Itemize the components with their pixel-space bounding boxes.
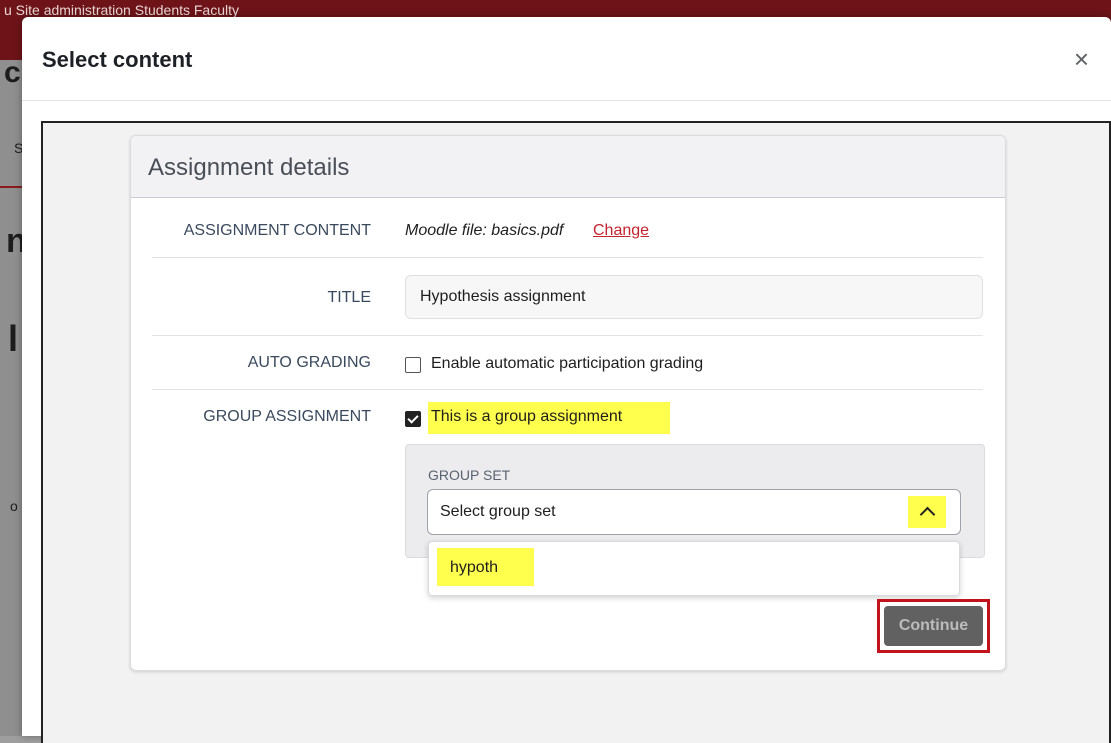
close-icon[interactable]: × xyxy=(1074,46,1089,72)
modal-header: Select content × xyxy=(22,17,1111,101)
continue-button[interactable]: Continue xyxy=(884,606,983,646)
group-set-option[interactable]: hypoth xyxy=(437,548,534,586)
group-set-option-label: hypoth xyxy=(450,559,499,576)
change-link[interactable]: Change xyxy=(593,222,649,240)
auto-grading-label: AUTO GRADING xyxy=(247,354,371,371)
divider xyxy=(152,335,983,336)
card-title: Assignment details xyxy=(148,154,350,181)
background-text-fragment: l xyxy=(8,318,19,359)
background-tab-underline xyxy=(0,186,22,188)
group-set-select[interactable]: Select group set xyxy=(427,489,961,535)
background-nav-text: u Site administration Students Faculty xyxy=(4,2,240,18)
divider xyxy=(152,257,983,258)
title-label: TITLE xyxy=(327,289,371,306)
auto-grading-checkbox[interactable] xyxy=(405,357,421,373)
select-content-modal: Select content × Assignment details ASSI… xyxy=(22,17,1111,743)
group-assignment-label: GROUP ASSIGNMENT xyxy=(203,408,371,425)
background-text-fragment: o xyxy=(10,498,18,514)
group-assignment-checkbox-label[interactable]: This is a group assignment xyxy=(431,408,622,426)
group-assignment-highlight: This is a group assignment xyxy=(428,402,670,434)
auto-grading-checkbox-label[interactable]: Enable automatic participation grading xyxy=(431,355,703,373)
title-input[interactable] xyxy=(405,275,983,319)
assignment-details-card: Assignment details ASSIGNMENT CONTENT Mo… xyxy=(130,135,1006,671)
divider xyxy=(152,389,983,390)
group-assignment-checkbox[interactable] xyxy=(405,411,421,427)
assignment-content-value: Moodle file: basics.pdf xyxy=(405,222,564,239)
group-set-dropdown: hypoth xyxy=(428,541,960,596)
group-set-label: GROUP SET xyxy=(428,467,511,483)
modal-title: Select content xyxy=(42,47,193,72)
assignment-content-label: ASSIGNMENT CONTENT xyxy=(183,222,371,239)
chevron-up-icon[interactable] xyxy=(908,496,946,528)
card-header: Assignment details xyxy=(131,136,1005,198)
group-set-select-value: Select group set xyxy=(440,503,556,520)
